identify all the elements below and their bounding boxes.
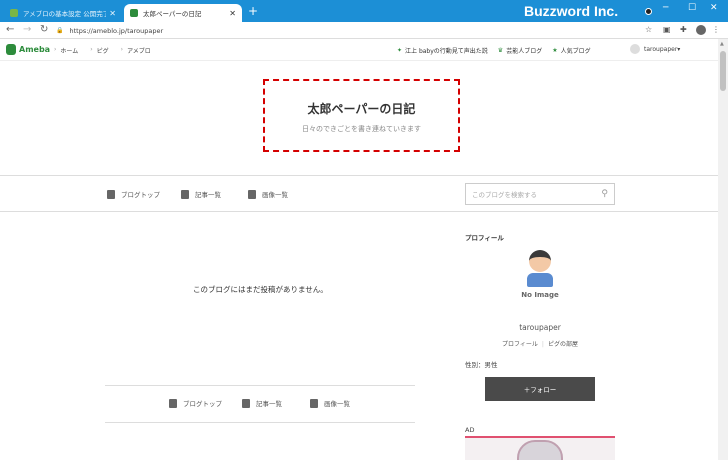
header-nav: › ホーム › ピグ › アメブロ bbox=[54, 46, 163, 55]
nav-image-list[interactable]: 画像一覧 bbox=[248, 189, 288, 199]
link-trending[interactable]: ✦ 江上 babyの行動見て声出た説 bbox=[397, 46, 488, 55]
blog-subtitle: 日々のできごとを書き連ねていきます bbox=[302, 125, 421, 133]
profile-links: プロフィール | ピグの部屋 bbox=[465, 339, 615, 348]
reload-icon[interactable]: ↻ bbox=[40, 24, 48, 35]
avatar-head bbox=[529, 250, 551, 272]
ad-banner[interactable] bbox=[465, 436, 615, 460]
address-bar[interactable]: 🔒 https://ameblo.jp/taroupaper bbox=[56, 24, 636, 37]
ameba-logo-icon bbox=[6, 44, 16, 55]
tab-active[interactable]: 太郎ペーパーの日記 ✕ bbox=[124, 4, 242, 22]
blog-header: 太郎ペーパーの日記 日々のできごとを書き連ねていきます bbox=[0, 62, 718, 176]
link-popular-blog-label: 人気ブログ bbox=[560, 48, 591, 55]
page-scrollbar[interactable]: ▲ bbox=[718, 39, 728, 460]
user-menu[interactable]: taroupaper ▾ bbox=[630, 44, 680, 54]
separator: | bbox=[541, 341, 544, 348]
ameba-logo-text: Ameba bbox=[19, 45, 51, 54]
ad-label: AD bbox=[465, 426, 475, 434]
menu-dots-icon[interactable]: ⋮ bbox=[712, 25, 720, 34]
document-icon bbox=[169, 398, 177, 408]
bottom-nav-image-list[interactable]: 画像一覧 bbox=[310, 398, 350, 408]
copy-icon bbox=[242, 398, 250, 408]
profile-gender: 性別：男性 bbox=[465, 361, 498, 369]
user-name: taroupaper bbox=[644, 45, 678, 53]
divider bbox=[105, 385, 415, 386]
sparkle-icon: ✦ bbox=[397, 47, 403, 54]
profile-avatar-icon[interactable] bbox=[696, 25, 706, 35]
blog-title[interactable]: 太郎ペーパーの日記 bbox=[263, 100, 460, 117]
nav-home[interactable]: ホーム bbox=[60, 46, 78, 55]
crown-icon: ♛ bbox=[497, 47, 504, 54]
divider bbox=[105, 422, 415, 423]
user-avatar bbox=[630, 44, 640, 54]
maximize-button[interactable]: ☐ bbox=[688, 3, 696, 13]
browser-titlebar: アメブロの基本設定 公開完了 | aさ ✕ 太郎ペーパーの日記 ✕ + Buzz… bbox=[0, 0, 728, 22]
bottom-nav-blog-top[interactable]: ブログトップ bbox=[169, 398, 222, 408]
url-text: https://ameblo.jp/taroupaper bbox=[69, 26, 164, 35]
close-window-button[interactable]: ✕ bbox=[710, 3, 718, 13]
profile-link[interactable]: プロフィール bbox=[502, 341, 538, 348]
chevron-right-icon: › bbox=[120, 46, 124, 53]
search-icon[interactable]: ⚲ bbox=[601, 189, 608, 199]
ameba-favicon-icon bbox=[10, 9, 18, 17]
link-popular-blog[interactable]: ★ 人気ブログ bbox=[552, 46, 590, 55]
close-tab-icon[interactable]: ✕ bbox=[229, 9, 236, 18]
forward-arrow-icon[interactable]: → bbox=[23, 24, 31, 35]
bottom-nav-blog-top-label: ブログトップ bbox=[183, 400, 222, 408]
nav-blog-top[interactable]: ブログトップ bbox=[107, 189, 160, 199]
ameba-favicon-icon bbox=[130, 9, 138, 17]
profile-username[interactable]: taroupaper bbox=[465, 323, 615, 332]
copy-icon bbox=[181, 189, 189, 199]
lock-icon: 🔒 bbox=[56, 27, 64, 34]
back-arrow-icon[interactable]: ← bbox=[6, 24, 14, 35]
follow-button[interactable]: ＋フォロー bbox=[485, 377, 595, 401]
nav-article-list-label: 記事一覧 bbox=[195, 191, 221, 199]
nav-image-list-label: 画像一覧 bbox=[262, 191, 288, 199]
ameba-logo[interactable]: Ameba bbox=[6, 44, 50, 55]
scroll-up-icon[interactable]: ▲ bbox=[720, 41, 724, 47]
link-celebrity-blog-label: 芸能人ブログ bbox=[506, 48, 543, 55]
search-placeholder: このブログを検索する bbox=[472, 191, 537, 199]
tab-title: アメブロの基本設定 公開完了 | aさ bbox=[23, 10, 107, 18]
nav-pig[interactable]: ピグ bbox=[97, 46, 109, 55]
nav-article-list[interactable]: 記事一覧 bbox=[181, 189, 221, 199]
close-tab-icon[interactable]: ✕ bbox=[109, 9, 116, 18]
pig-room-link[interactable]: ピグの部屋 bbox=[548, 341, 578, 348]
bottom-nav-image-list-label: 画像一覧 bbox=[324, 400, 350, 408]
bookmark-star-icon[interactable]: ☆ bbox=[645, 25, 652, 34]
nav-blog-top-label: ブログトップ bbox=[121, 191, 160, 199]
new-tab-button[interactable]: + bbox=[248, 5, 258, 17]
document-icon bbox=[107, 189, 115, 199]
profile-image[interactable]: No Image bbox=[515, 250, 565, 308]
chevron-down-icon: ▾ bbox=[677, 45, 681, 53]
blog-search-input[interactable]: このブログを検索する ⚲ bbox=[465, 183, 615, 205]
browser-toolbar: ← → ↻ 🔒 https://ameblo.jp/taroupaper ☆ ▣… bbox=[0, 22, 728, 39]
profile-heading: プロフィール bbox=[465, 234, 504, 242]
bottom-nav-article-list-label: 記事一覧 bbox=[256, 400, 282, 408]
camera-icon bbox=[310, 398, 318, 408]
nav-ameblo[interactable]: アメブロ bbox=[127, 46, 151, 55]
blog-nav: ブログトップ 記事一覧 画像一覧 このブログを検索する ⚲ bbox=[0, 177, 718, 212]
scrollbar-thumb[interactable] bbox=[720, 51, 726, 91]
link-trending-label: 江上 babyの行動見て声出た説 bbox=[405, 48, 488, 55]
ad-illustration bbox=[517, 440, 563, 460]
chevron-right-icon: › bbox=[90, 46, 93, 53]
camera-icon bbox=[248, 189, 256, 199]
chevron-right-icon: › bbox=[54, 46, 57, 53]
minimize-button[interactable]: ─ bbox=[663, 3, 668, 13]
empty-message: このブログにはまだ投稿がありません。 bbox=[193, 285, 328, 294]
tab-title: 太郎ペーパーの日記 bbox=[143, 10, 202, 18]
star-icon: ★ bbox=[552, 47, 558, 54]
header-links: ✦ 江上 babyの行動見て声出た説 ♛ 芸能人ブログ ★ 人気ブログ bbox=[397, 46, 601, 55]
tab-inactive[interactable]: アメブロの基本設定 公開完了 | aさ ✕ bbox=[4, 4, 122, 22]
extension-icon[interactable]: ▣ bbox=[663, 25, 671, 34]
link-celebrity-blog[interactable]: ♛ 芸能人ブログ bbox=[498, 46, 542, 55]
puzzle-icon[interactable]: ✚ bbox=[680, 25, 687, 34]
watermark: Buzzword Inc. bbox=[524, 3, 619, 19]
avatar-body bbox=[527, 273, 553, 287]
no-image-caption: No Image bbox=[521, 291, 559, 299]
bottom-nav-article-list[interactable]: 記事一覧 bbox=[242, 398, 282, 408]
ameba-header: Ameba › ホーム › ピグ › アメブロ ✦ 江上 babyの行動見て声出… bbox=[0, 39, 718, 61]
record-icon bbox=[645, 8, 652, 15]
